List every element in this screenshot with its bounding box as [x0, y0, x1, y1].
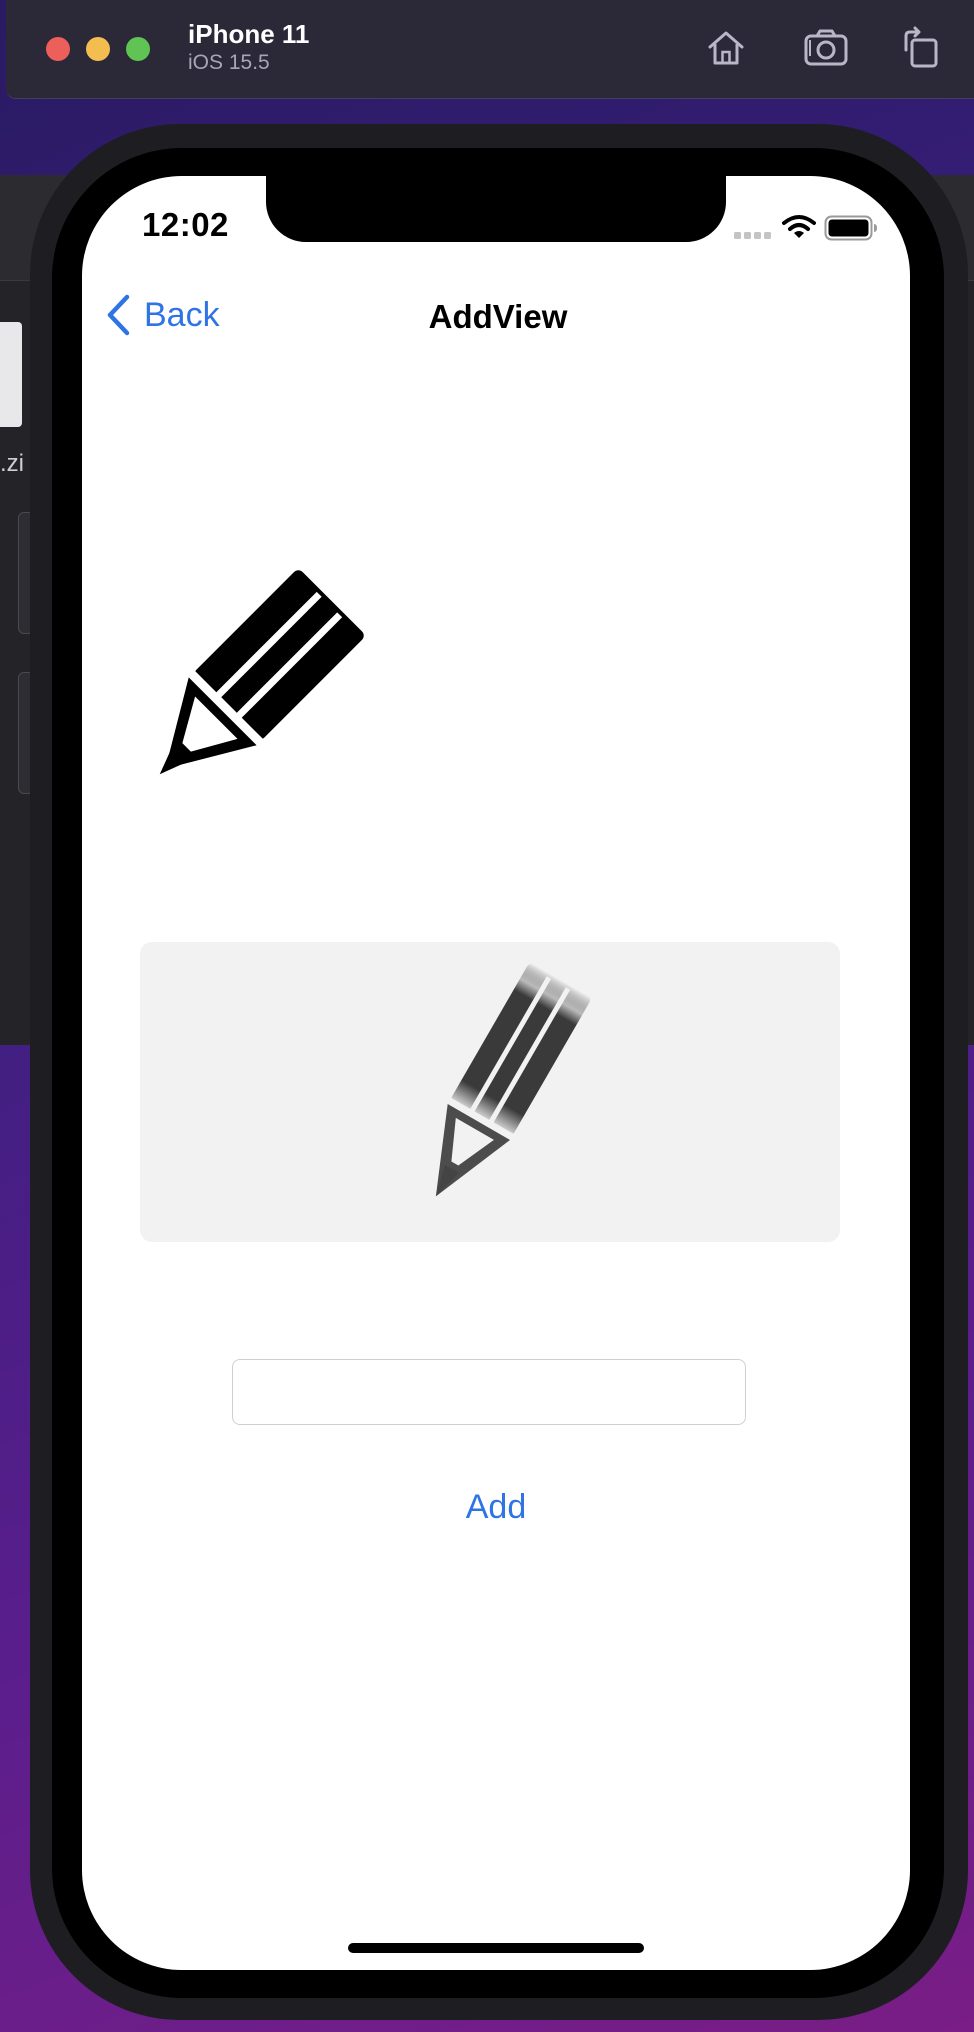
image-picker[interactable]: [140, 942, 840, 1242]
navigation-title: AddView: [428, 298, 568, 335]
pencil-icon: [120, 562, 372, 814]
simulator-title-bar: iPhone 11 iOS 15.5: [6, 0, 974, 99]
simulator-os-version: iOS 15.5: [188, 51, 270, 74]
simulator-device-name: iPhone 11: [188, 19, 310, 49]
add-button[interactable]: Add: [82, 1488, 910, 1527]
background-file-icon: [0, 322, 22, 427]
notch: [266, 176, 726, 242]
background-file-label: .zi: [0, 450, 24, 477]
screenshot-icon[interactable]: [800, 22, 852, 74]
name-text-field[interactable]: [232, 1359, 746, 1425]
rotate-icon[interactable]: [894, 22, 946, 74]
home-icon[interactable]: [700, 22, 752, 74]
home-indicator[interactable]: [348, 1943, 644, 1953]
wifi-icon: [782, 214, 816, 245]
cellular-signal-icon: [734, 228, 774, 246]
minimize-window-button[interactable]: [86, 37, 110, 61]
device-screen: 12:02 Back AddView Add: [82, 176, 910, 1970]
zoom-window-button[interactable]: [126, 37, 150, 61]
battery-icon: [824, 215, 878, 246]
pencil-icon: [390, 962, 600, 1222]
status-time: 12:02: [142, 206, 229, 243]
close-window-button[interactable]: [46, 37, 70, 61]
